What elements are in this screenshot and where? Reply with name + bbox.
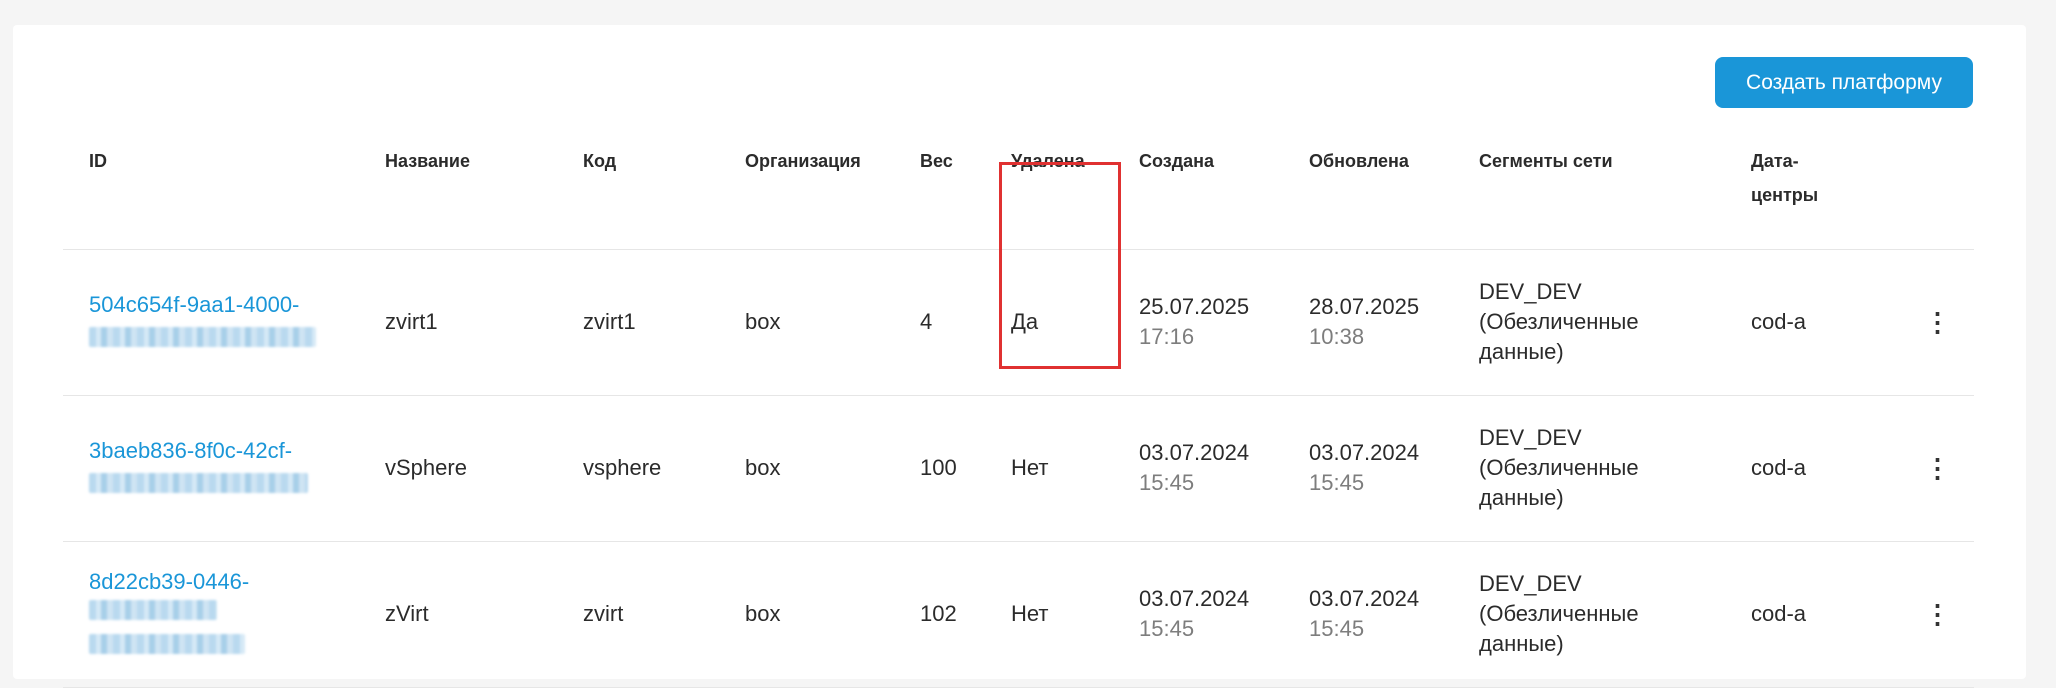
created-date: 03.07.2024: [1139, 586, 1250, 611]
cell-datacenter: cod-a: [1725, 541, 1875, 688]
cell-id[interactable]: 8d22cb39-0446-: [63, 541, 359, 688]
table-header-row: ID Название Код Организация Вес Удалена …: [63, 133, 1974, 250]
cell-id[interactable]: 504c654f-9aa1-4000-: [63, 249, 359, 396]
cell-id[interactable]: 3baeb836-8f0c-42cf-: [63, 395, 359, 542]
col-header-organization[interactable]: Организация: [719, 133, 894, 250]
redacted-id-part: [89, 633, 245, 654]
create-platform-button[interactable]: Создать платформу: [1715, 57, 1973, 108]
cell-datacenter: cod-a: [1725, 249, 1875, 396]
col-header-actions: [1875, 133, 1974, 250]
cell-name: zvirt1: [359, 249, 557, 396]
updated-time: 15:45: [1309, 470, 1365, 495]
more-vertical-icon[interactable]: ⋮: [1875, 249, 1974, 396]
updated-time: 10:38: [1309, 324, 1365, 349]
redacted-id-part: [89, 599, 217, 620]
created-date: 03.07.2024: [1139, 440, 1250, 465]
cell-network-segments: DEV_DEV (Обезличенные данные): [1453, 249, 1725, 396]
col-header-network-segments[interactable]: Сегменты сети: [1453, 133, 1725, 250]
more-vertical-icon[interactable]: ⋮: [1875, 395, 1974, 542]
more-vertical-icon[interactable]: ⋮: [1875, 541, 1974, 688]
platform-id-link[interactable]: 504c654f-9aa1-4000-: [89, 290, 359, 320]
col-header-name[interactable]: Название: [359, 133, 557, 250]
col-header-created[interactable]: Создана: [1113, 133, 1283, 250]
cell-network-segments: DEV_DEV (Обезличенные данные): [1453, 395, 1725, 542]
cell-deleted: Да: [985, 249, 1113, 396]
cell-updated: 03.07.2024 15:45: [1283, 395, 1453, 542]
cell-name: zVirt: [359, 541, 557, 688]
col-header-weight[interactable]: Вес: [894, 133, 985, 250]
table-row[interactable]: 3baeb836-8f0c-42cf- vSphere vsphere box …: [63, 395, 1974, 542]
created-time: 15:45: [1139, 616, 1195, 641]
updated-date: 28.07.2025: [1309, 294, 1420, 319]
updated-time: 15:45: [1309, 616, 1365, 641]
cell-weight: 4: [894, 249, 985, 396]
platforms-card: Создать платформу ID Название Код Органи…: [13, 25, 2026, 688]
cell-name: vSphere: [359, 395, 557, 542]
table-row[interactable]: 8d22cb39-0446- zVirt zvirt box 102 Нет 0…: [63, 541, 1974, 688]
updated-date: 03.07.2024: [1309, 440, 1420, 465]
cell-code: zvirt: [557, 541, 719, 688]
col-header-updated[interactable]: Обновлена: [1283, 133, 1453, 250]
cell-created: 03.07.2024 15:45: [1113, 395, 1283, 542]
redacted-id-part: [89, 326, 316, 347]
col-header-id[interactable]: ID: [63, 133, 359, 250]
created-time: 17:16: [1139, 324, 1195, 349]
cell-network-segments: DEV_DEV (Обезличенные данные): [1453, 541, 1725, 688]
redacted-id-part: [89, 472, 308, 493]
col-header-datacenters[interactable]: Дата-центры: [1725, 133, 1875, 250]
created-time: 15:45: [1139, 470, 1195, 495]
cell-code: zvirt1: [557, 249, 719, 396]
created-date: 25.07.2025: [1139, 294, 1250, 319]
cell-weight: 100: [894, 395, 985, 542]
platform-id-link[interactable]: 8d22cb39-0446-: [89, 567, 359, 597]
cell-deleted: Нет: [985, 395, 1113, 542]
platform-id-link[interactable]: 3baeb836-8f0c-42cf-: [89, 436, 359, 466]
cell-created: 03.07.2024 15:45: [1113, 541, 1283, 688]
col-header-deleted[interactable]: Удалена: [985, 133, 1113, 250]
cell-datacenter: cod-a: [1725, 395, 1875, 542]
cell-organization: box: [719, 249, 894, 396]
table-row[interactable]: 504c654f-9aa1-4000- zvirt1 zvirt1 box 4 …: [63, 249, 1974, 396]
cell-weight: 102: [894, 541, 985, 688]
platforms-table: ID Название Код Организация Вес Удалена …: [63, 133, 1974, 688]
cell-updated: 28.07.2025 10:38: [1283, 249, 1453, 396]
col-header-code[interactable]: Код: [557, 133, 719, 250]
updated-date: 03.07.2024: [1309, 586, 1420, 611]
cell-code: vsphere: [557, 395, 719, 542]
cell-created: 25.07.2025 17:16: [1113, 249, 1283, 396]
cell-organization: box: [719, 541, 894, 688]
cell-organization: box: [719, 395, 894, 542]
cell-updated: 03.07.2024 15:45: [1283, 541, 1453, 688]
cell-deleted: Нет: [985, 541, 1113, 688]
